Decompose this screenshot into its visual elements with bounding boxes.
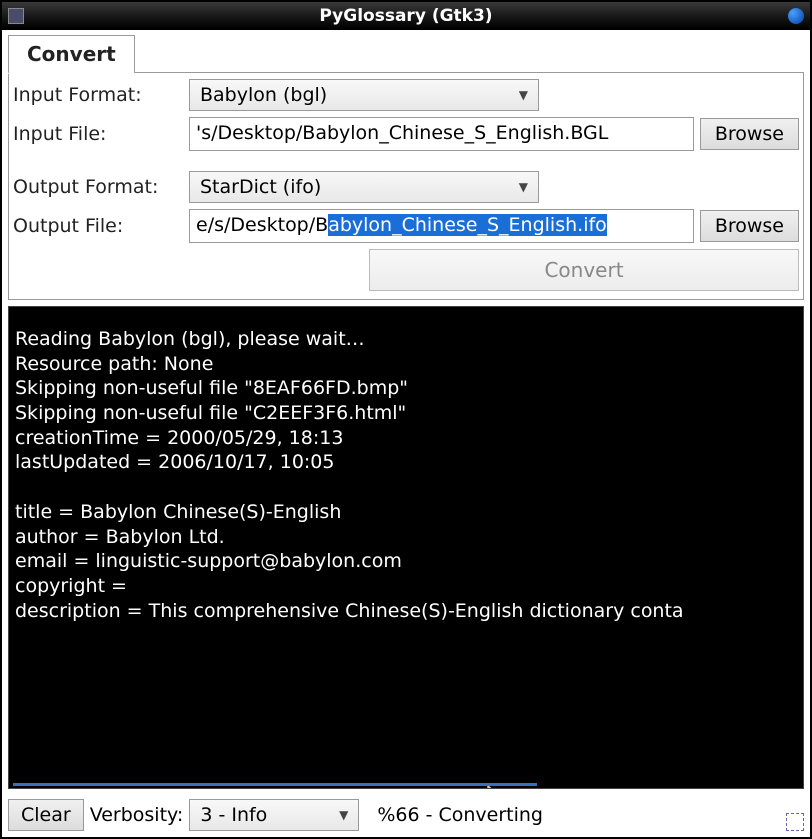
- chevron-down-icon: ▼: [519, 88, 528, 102]
- resize-grip-icon[interactable]: [786, 813, 804, 831]
- verbosity-label: Verbosity:: [90, 804, 184, 826]
- status-bar: Clear Verbosity: 3 - Info ▼ %66 - Conver…: [2, 795, 810, 837]
- output-format-label: Output Format:: [13, 176, 183, 198]
- input-format-label: Input Format:: [13, 84, 183, 106]
- output-format-value: StarDict (ifo): [200, 176, 321, 198]
- convert-panel: Input Format: Babylon (bgl) ▼ Input File…: [8, 73, 804, 300]
- tab-convert[interactable]: Convert: [8, 35, 135, 74]
- input-file-field[interactable]: 's/Desktop/Babylon_Chinese_S_English.BGL: [189, 117, 694, 151]
- output-file-field[interactable]: e/s/Desktop/Babylon_Chinese_S_English.if…: [189, 209, 694, 243]
- output-file-label: Output File:: [13, 215, 183, 237]
- chevron-down-icon: ▼: [339, 808, 348, 822]
- tab-bar: Convert: [2, 30, 810, 73]
- clear-button[interactable]: Clear: [8, 799, 84, 831]
- window-title: PyGlossary (Gtk3): [319, 6, 492, 26]
- window-control-icon[interactable]: [788, 8, 804, 24]
- output-browse-button[interactable]: Browse: [700, 210, 799, 242]
- input-file-label: Input File:: [13, 123, 183, 145]
- convert-button[interactable]: Convert: [369, 249, 799, 291]
- input-format-value: Babylon (bgl): [200, 84, 327, 106]
- titlebar: PyGlossary (Gtk3): [2, 2, 810, 30]
- log-console[interactable]: Reading Babylon (bgl), please wait… Reso…: [8, 306, 804, 789]
- status-progress-text: %66 - Converting: [365, 804, 780, 826]
- output-format-dropdown[interactable]: StarDict (ifo) ▼: [189, 171, 539, 203]
- main-window: PyGlossary (Gtk3) Convert Input Format: …: [0, 0, 812, 839]
- input-format-dropdown[interactable]: Babylon (bgl) ▼: [189, 79, 539, 111]
- progress-bar: [13, 783, 537, 786]
- chevron-down-icon: ▼: [519, 180, 528, 194]
- verbosity-value: 3 - Info: [200, 804, 267, 826]
- app-icon: [8, 8, 24, 24]
- verbosity-dropdown[interactable]: 3 - Info ▼: [189, 799, 359, 831]
- log-text: Reading Babylon (bgl), please wait… Reso…: [15, 328, 684, 622]
- input-browse-button[interactable]: Browse: [700, 118, 799, 150]
